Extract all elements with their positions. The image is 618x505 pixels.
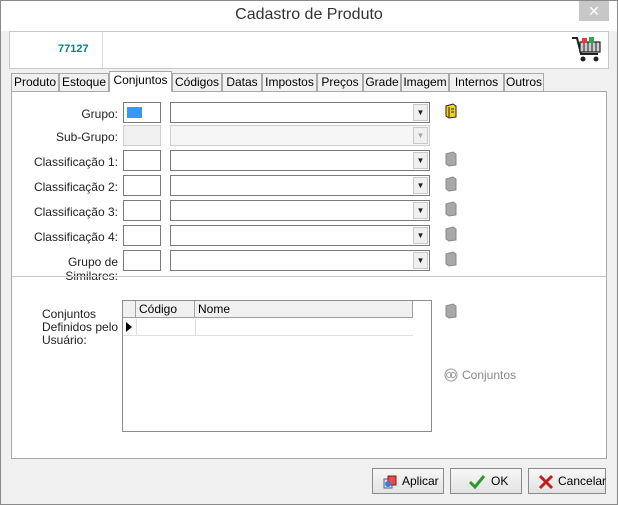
classificacao3-combo[interactable]: ▼: [170, 200, 430, 221]
grupo-combo[interactable]: ▼: [170, 102, 430, 123]
product-register-window: Cadastro de Produto ✕ 77127 Produto Esto…: [0, 0, 618, 505]
classificacao2-code-input[interactable]: [123, 175, 161, 196]
classificacao2-label: Classificação 2:: [33, 180, 118, 194]
grid-header-nome[interactable]: Nome: [195, 301, 413, 317]
classificacao3-label: Classificação 3:: [33, 205, 118, 219]
header-separator: [102, 32, 103, 68]
tab-internos[interactable]: Internos: [449, 73, 504, 91]
grid-header-codigo[interactable]: Código: [136, 301, 195, 317]
chevron-down-icon[interactable]: ▼: [413, 152, 428, 169]
grid-indicator-header: [123, 301, 136, 317]
tab-outros[interactable]: Outros: [504, 73, 544, 91]
chevron-down-icon[interactable]: ▼: [413, 252, 428, 269]
cell-separator: [136, 319, 137, 336]
selection-highlight: [127, 107, 142, 118]
conjuntos-button[interactable]: Conjuntos: [442, 366, 542, 384]
classificacao1-lookup-icon[interactable]: [445, 151, 457, 167]
ok-button-label: OK: [491, 474, 509, 488]
classificacao2-lookup-icon[interactable]: [445, 176, 457, 192]
conjuntos-button-label: Conjuntos: [462, 368, 517, 382]
cancel-button-label: Cancelar: [558, 474, 607, 488]
conjuntos-label: Conjuntos Definidos pelo Usuário:: [42, 307, 119, 347]
classificacao4-code-input[interactable]: [123, 225, 161, 246]
subgrupo-label: Sub-Grupo:: [55, 130, 118, 144]
tab-precos[interactable]: Preços: [317, 73, 363, 91]
tab-estoque[interactable]: Estoque: [59, 73, 109, 91]
tab-conjuntos[interactable]: Conjuntos: [109, 71, 172, 92]
cancel-button[interactable]: Cancelar: [528, 468, 606, 494]
cell-separator: [195, 319, 196, 336]
tab-datas[interactable]: Datas: [222, 73, 262, 91]
classificacao3-lookup-icon[interactable]: [445, 201, 457, 217]
apply-button[interactable]: Aplicar: [372, 468, 444, 494]
grupo-similares-label: Grupo de Similares:: [65, 255, 118, 283]
close-button[interactable]: ✕: [579, 1, 609, 21]
conjuntos-lookup-icon[interactable]: [445, 303, 457, 319]
conjuntos-panel: Grupo: ▼ Sub-Grupo: ▼ Classificação 1: ▼…: [11, 91, 607, 459]
grupo-label: Grupo:: [81, 107, 118, 121]
classificacao1-label: Classificação 1:: [33, 155, 118, 169]
table-row[interactable]: [123, 319, 413, 336]
classificacao4-lookup-icon[interactable]: [445, 226, 457, 242]
apply-button-label: Aplicar: [402, 474, 439, 488]
tab-imagem[interactable]: Imagem: [401, 73, 449, 91]
chevron-down-icon[interactable]: ▼: [413, 177, 428, 194]
chevron-down-icon[interactable]: ▼: [413, 104, 428, 121]
classificacao3-code-input[interactable]: [123, 200, 161, 221]
chevron-down-icon[interactable]: ▼: [413, 127, 428, 144]
subgrupo-combo[interactable]: ▼: [170, 125, 430, 146]
tab-grade[interactable]: Grade: [363, 73, 401, 91]
section-divider: [12, 276, 606, 277]
title-bar: Cadastro de Produto ✕: [1, 1, 617, 31]
subgrupo-code-input[interactable]: [123, 125, 161, 146]
product-header: 77127: [9, 31, 609, 69]
window-title: Cadastro de Produto: [235, 6, 383, 23]
classificacao4-label: Classificação 4:: [33, 230, 118, 244]
apply-icon: [383, 475, 397, 489]
shopping-cart-icon: [572, 37, 601, 62]
grupo-similares-code-input[interactable]: [123, 250, 161, 271]
conjuntos-icon: [444, 368, 458, 382]
grid-header: Código Nome: [123, 301, 413, 318]
grupo-similares-combo[interactable]: ▼: [170, 250, 430, 271]
tab-impostos[interactable]: Impostos: [262, 73, 317, 91]
chevron-down-icon[interactable]: ▼: [413, 227, 428, 244]
classificacao2-combo[interactable]: ▼: [170, 175, 430, 196]
classificacao1-code-input[interactable]: [123, 150, 161, 171]
tab-produto[interactable]: Produto: [11, 73, 59, 91]
cancel-icon: [538, 474, 554, 490]
current-row-indicator-icon: [126, 322, 132, 332]
grupo-lookup-icon[interactable]: [445, 103, 457, 119]
grupo-code-input[interactable]: [123, 102, 161, 123]
conjuntos-grid[interactable]: Código Nome: [122, 300, 432, 432]
checkmark-icon: [468, 475, 486, 490]
chevron-down-icon[interactable]: ▼: [413, 202, 428, 219]
classificacao1-combo[interactable]: ▼: [170, 150, 430, 171]
tab-codigos[interactable]: Códigos: [172, 73, 222, 91]
ok-button[interactable]: OK: [450, 468, 522, 494]
grupo-similares-lookup-icon[interactable]: [445, 251, 457, 267]
classificacao4-combo[interactable]: ▼: [170, 225, 430, 246]
product-code: 77127: [58, 43, 89, 55]
